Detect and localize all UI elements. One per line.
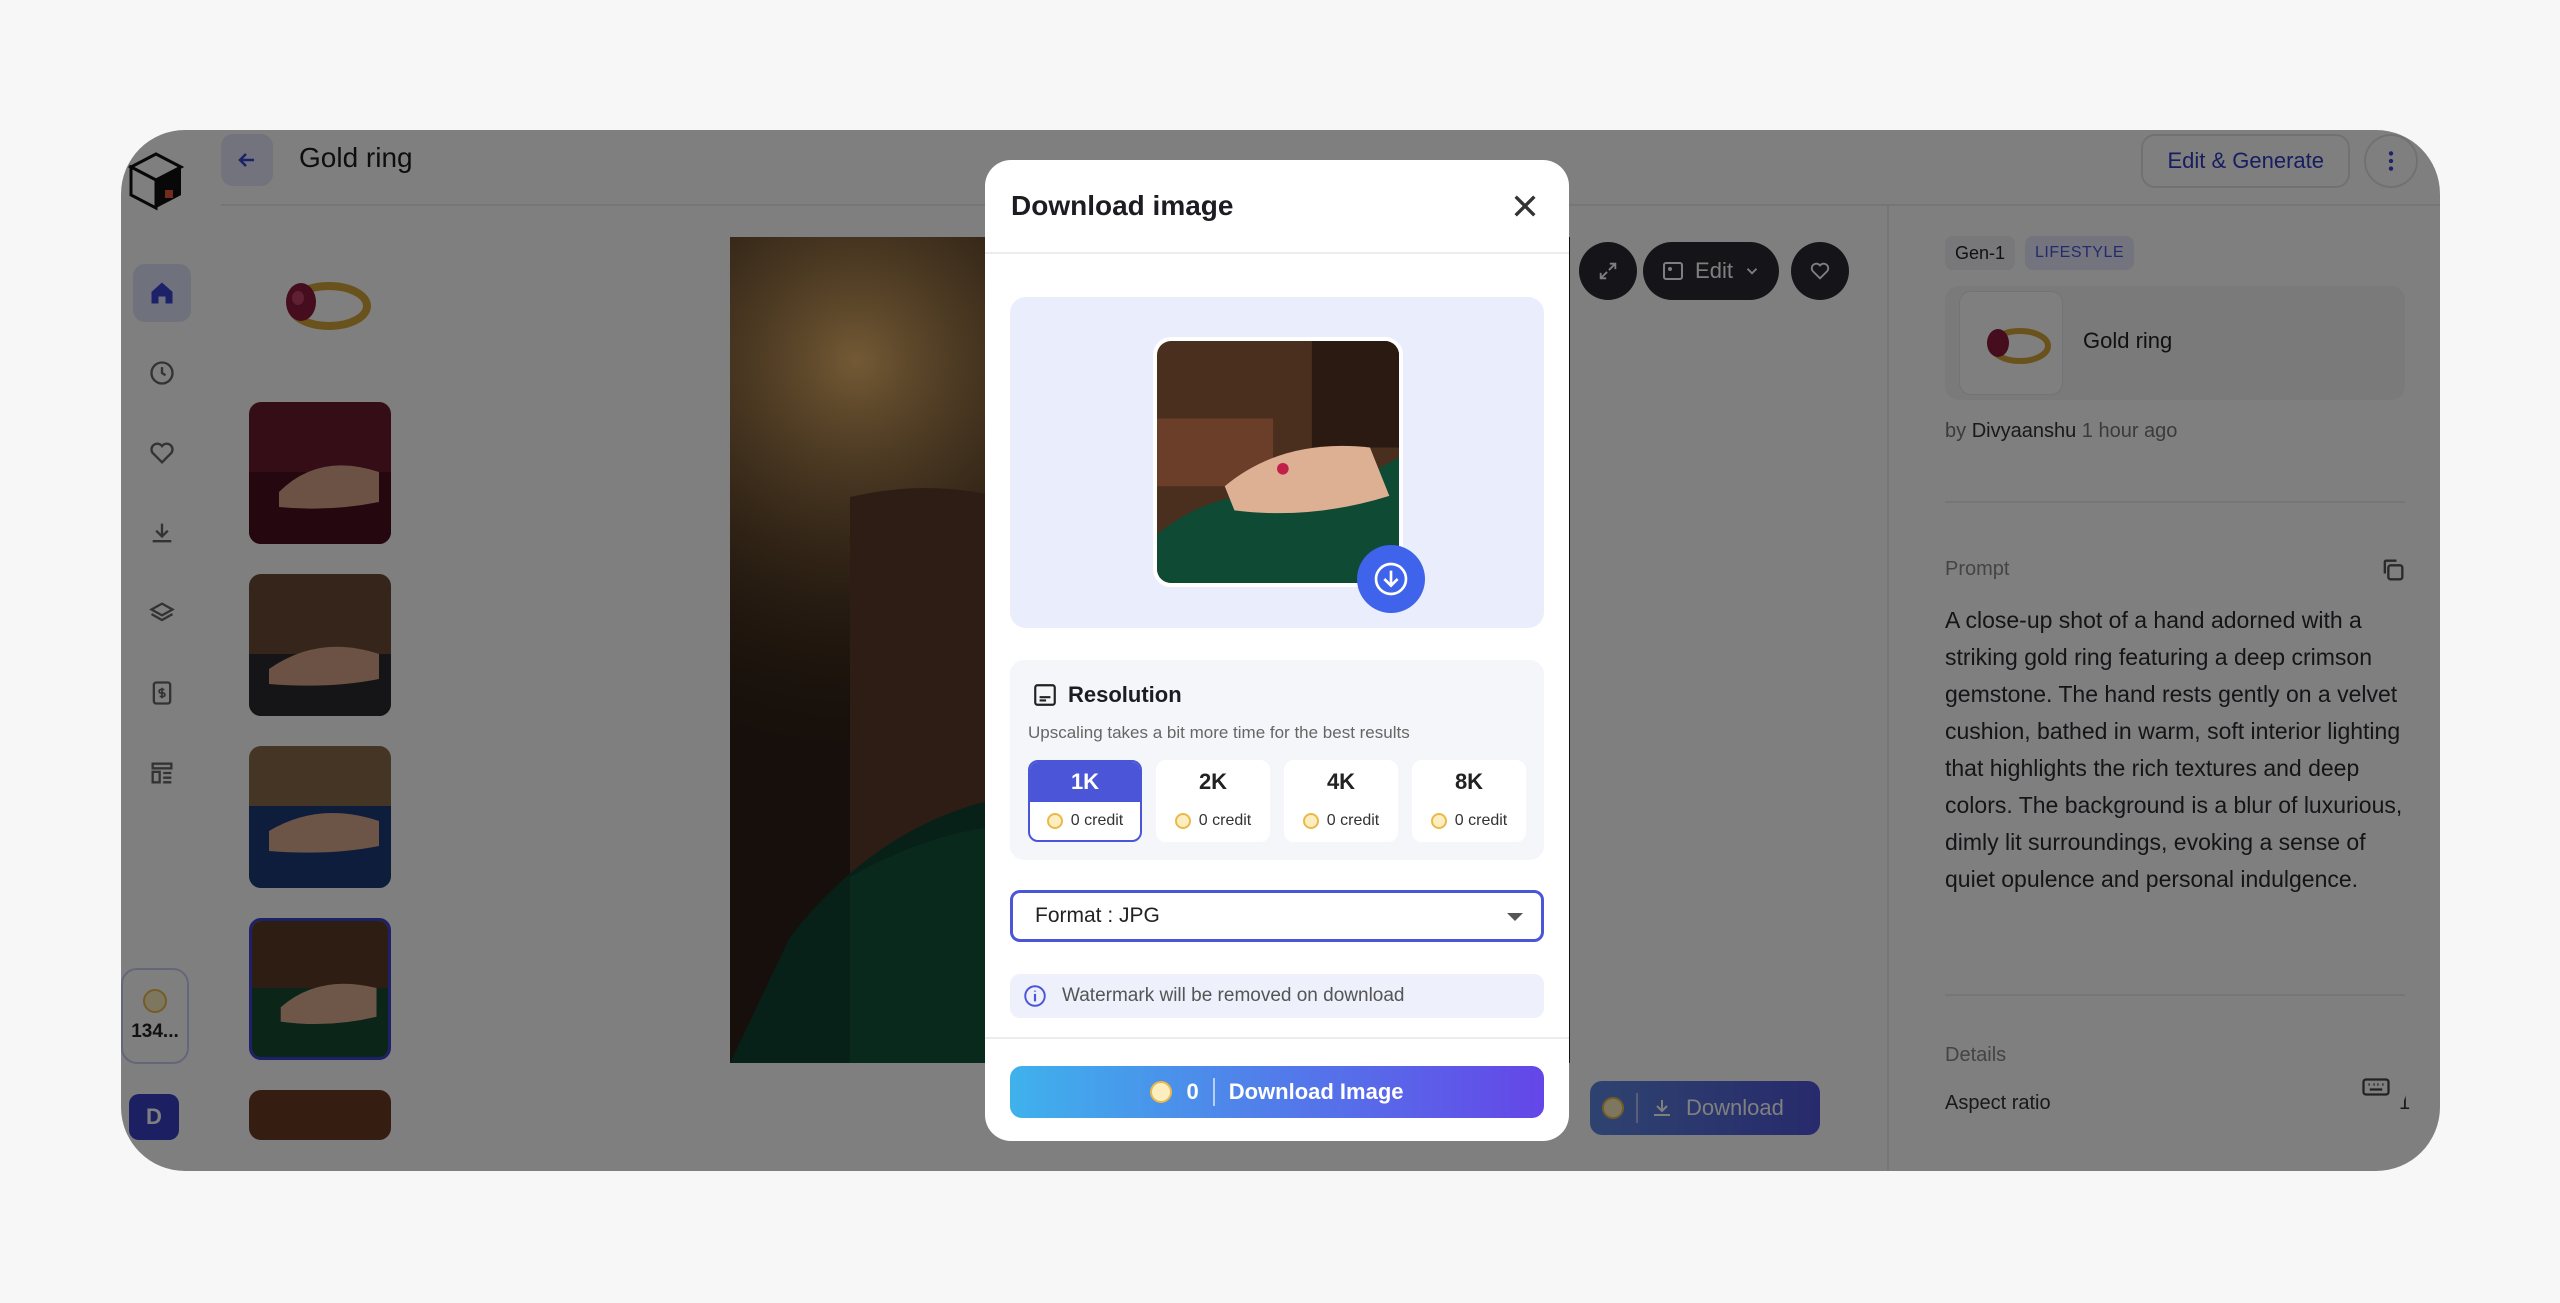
format-value: Format : JPG bbox=[1035, 904, 1160, 927]
modal-title: Download image bbox=[1011, 190, 1234, 221]
close-icon bbox=[1514, 195, 1536, 217]
divider bbox=[985, 1037, 1569, 1039]
option-cost: 0 credit bbox=[1326, 812, 1380, 829]
download-circle-icon bbox=[1374, 562, 1408, 596]
close-button[interactable] bbox=[1505, 186, 1545, 226]
option-label: 8K bbox=[1454, 769, 1484, 794]
coin-icon bbox=[1430, 813, 1447, 829]
coin-icon bbox=[1150, 1081, 1173, 1103]
watermark-note: Watermark will be removed on download bbox=[1010, 974, 1544, 1018]
format-select[interactable]: Format : JPG bbox=[1010, 890, 1544, 942]
resolution-subtitle: Upscaling takes a bit more time for the … bbox=[1028, 723, 1410, 742]
download-image-label: Download Image bbox=[1228, 1079, 1404, 1104]
download-image-button[interactable]: 0 Download Image bbox=[1010, 1066, 1544, 1118]
resolution-option-4k[interactable]: 4K 0 credit bbox=[1284, 760, 1398, 842]
coin-icon bbox=[1302, 813, 1319, 829]
option-label: 1K bbox=[1030, 762, 1140, 802]
download-cost: 0 bbox=[1186, 1079, 1199, 1104]
info-icon bbox=[1024, 985, 1046, 1007]
option-label: 2K bbox=[1198, 769, 1228, 794]
divider bbox=[1212, 1078, 1215, 1106]
option-cost: 0 credit bbox=[1198, 812, 1252, 829]
preview-download-button[interactable] bbox=[1357, 545, 1425, 613]
coin-icon bbox=[1174, 813, 1191, 829]
caret-down-icon bbox=[1507, 913, 1523, 921]
divider bbox=[985, 252, 1569, 254]
coin-icon bbox=[1046, 813, 1063, 829]
preview-image bbox=[1153, 337, 1403, 587]
resolution-icon bbox=[1034, 684, 1056, 706]
option-label: 4K bbox=[1326, 769, 1356, 794]
resolution-panel: Resolution Upscaling takes a bit more ti… bbox=[1010, 660, 1544, 860]
download-preview bbox=[1010, 297, 1544, 628]
resolution-option-8k[interactable]: 8K 0 credit bbox=[1412, 760, 1526, 842]
option-cost: 0 credit bbox=[1454, 812, 1508, 829]
resolution-title: Resolution bbox=[1068, 682, 1182, 707]
option-cost: 0 credit bbox=[1070, 812, 1124, 829]
download-modal: Download image Resolution Upscaling take… bbox=[985, 160, 1569, 1141]
resolution-option-1k[interactable]: 1K 0 credit bbox=[1028, 760, 1142, 842]
watermark-text: Watermark will be removed on download bbox=[1062, 985, 1405, 1006]
resolution-option-2k[interactable]: 2K 0 credit bbox=[1156, 760, 1270, 842]
